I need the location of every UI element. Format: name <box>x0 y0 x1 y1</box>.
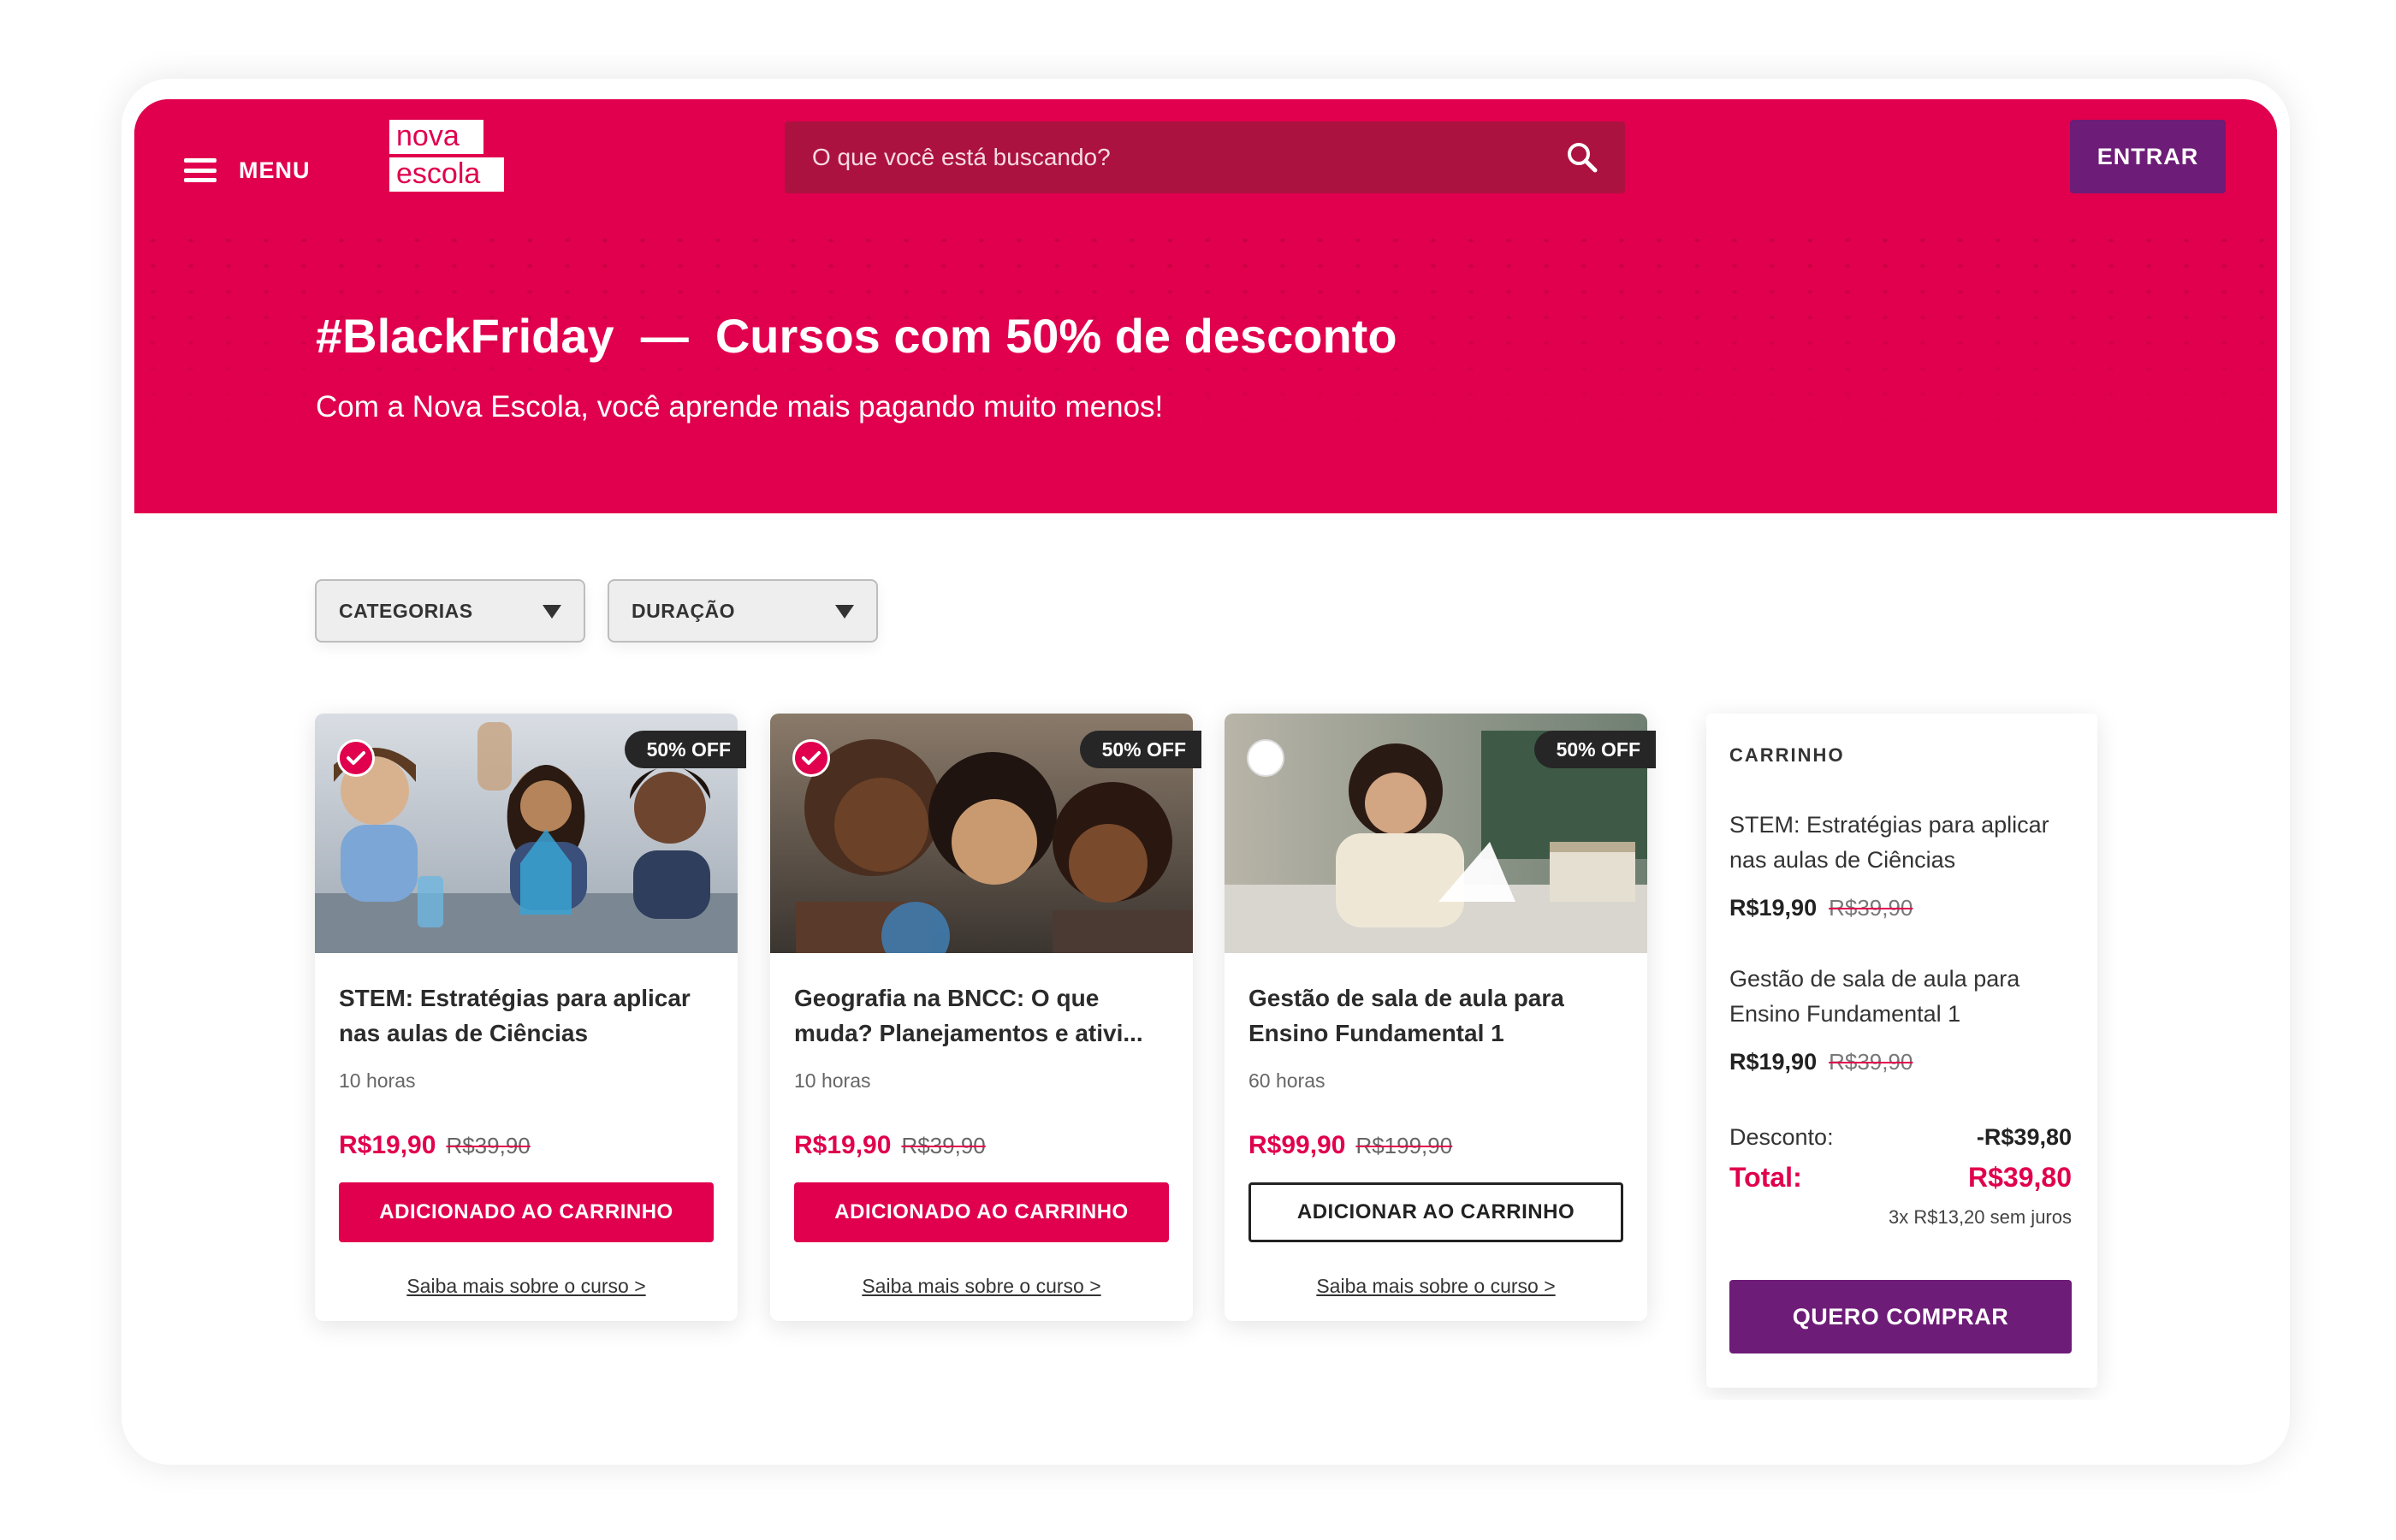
discount-badge: 50% OFF <box>1079 731 1201 768</box>
filter-categorias[interactable]: CATEGORIAS <box>315 579 585 643</box>
menu-label: MENU <box>239 157 311 183</box>
cart-item-original-price: R$39,90 <box>1829 1049 1913 1075</box>
total-label: Total: <box>1729 1162 1802 1193</box>
course-details-link[interactable]: Saiba mais sobre o curso > <box>315 1275 738 1298</box>
buy-button[interactable]: QUERO COMPRAR <box>1729 1280 2072 1353</box>
discount-value: -R$39,80 <box>1976 1124 2072 1150</box>
search-icon[interactable] <box>1565 140 1599 175</box>
selected-check-icon[interactable] <box>337 739 375 777</box>
course-details-link[interactable]: Saiba mais sobre o curso > <box>1225 1275 1647 1298</box>
menu-button[interactable]: MENU <box>184 142 311 198</box>
added-to-cart-button[interactable]: ADICIONADO AO CARRINHO <box>339 1182 714 1242</box>
course-price: R$99,90 R$199,90 <box>1248 1131 1452 1160</box>
cart-item-current-price: R$19,90 <box>1729 895 1818 921</box>
page: MENU nova escola ENTRAR #BlackFriday — C… <box>134 99 2277 1400</box>
discount-row: Desconto: -R$39,80 <box>1729 1124 2072 1151</box>
logo-line-1: nova <box>389 120 483 154</box>
filter-label: CATEGORIAS <box>339 599 473 622</box>
course-card: 50% OFF Gestão de sala de aula para Ensi… <box>1225 714 1656 1321</box>
cart-panel: CARRINHO STEM: Estratégias para aplicar … <box>1706 714 2097 1388</box>
course-card: 50% OFF Geografia na BNCC: O que muda? P… <box>770 714 1201 1321</box>
filter-label: DURAÇÃO <box>632 599 736 622</box>
unselected-check-icon[interactable] <box>1247 739 1284 777</box>
total-row: Total: R$39,80 <box>1729 1162 2072 1194</box>
login-button[interactable]: ENTRAR <box>2070 120 2226 193</box>
course-title: Geografia na BNCC: O que muda? Planejame… <box>794 985 1143 1046</box>
course-price: R$19,90 R$39,90 <box>794 1131 986 1160</box>
cart-item-original-price: R$39,90 <box>1829 895 1913 921</box>
dropdown-caret-icon <box>543 605 561 619</box>
discount-badge: 50% OFF <box>1533 731 1656 768</box>
hero-banner: MENU nova escola ENTRAR #BlackFriday — C… <box>134 99 2277 513</box>
selected-check-icon[interactable] <box>792 739 830 777</box>
menu-icon <box>184 158 216 182</box>
added-to-cart-button[interactable]: ADICIONADO AO CARRINHO <box>794 1182 1169 1242</box>
course-title: STEM: Estratégias para aplicar nas aulas… <box>339 985 691 1046</box>
cart-item-price: R$19,90 R$39,90 <box>1729 1049 1913 1075</box>
hero-title: #BlackFriday — Cursos com 50% de descont… <box>316 309 1397 363</box>
course-duration: 10 horas <box>339 1069 416 1092</box>
course-duration: 10 horas <box>794 1069 871 1092</box>
original-price: R$199,90 <box>1355 1133 1453 1158</box>
course-card: 50% OFF STEM: Estratégias para aplicar n… <box>315 714 746 1321</box>
course-details-link[interactable]: Saiba mais sobre o curso > <box>770 1275 1193 1298</box>
dropdown-caret-icon <box>835 605 854 619</box>
original-price: R$39,90 <box>446 1133 531 1158</box>
current-price: R$19,90 <box>794 1131 892 1159</box>
original-price: R$39,90 <box>901 1133 986 1158</box>
search-bar[interactable] <box>785 121 1625 193</box>
discount-label: Desconto: <box>1729 1124 1834 1150</box>
current-price: R$99,90 <box>1248 1131 1346 1159</box>
cart-item-current-price: R$19,90 <box>1729 1049 1818 1075</box>
add-to-cart-button[interactable]: ADICIONAR AO CARRINHO <box>1248 1182 1623 1242</box>
course-price: R$19,90 R$39,90 <box>339 1131 531 1160</box>
cart-item-price: R$19,90 R$39,90 <box>1729 895 1913 921</box>
course-title: Gestão de sala de aula para Ensino Funda… <box>1248 985 1564 1046</box>
filter-duracao[interactable]: DURAÇÃO <box>608 579 878 643</box>
course-duration: 60 horas <box>1248 1069 1326 1092</box>
cart-item-title: STEM: Estratégias para aplicar nas aulas… <box>1729 812 2049 873</box>
nova-escola-logo[interactable]: nova escola <box>389 120 504 192</box>
total-value: R$39,80 <box>1968 1162 2072 1193</box>
discount-badge: 50% OFF <box>624 731 746 768</box>
cart-heading: CARRINHO <box>1729 744 1845 766</box>
search-input[interactable] <box>785 144 1538 171</box>
cart-item-title: Gestão de sala de aula para Ensino Funda… <box>1729 966 2020 1027</box>
current-price: R$19,90 <box>339 1131 436 1159</box>
hero-subtitle: Com a Nova Escola, você aprende mais pag… <box>316 390 1164 424</box>
installments-text: 3x R$13,20 sem juros <box>1889 1206 2072 1228</box>
logo-line-2: escola <box>389 157 504 192</box>
